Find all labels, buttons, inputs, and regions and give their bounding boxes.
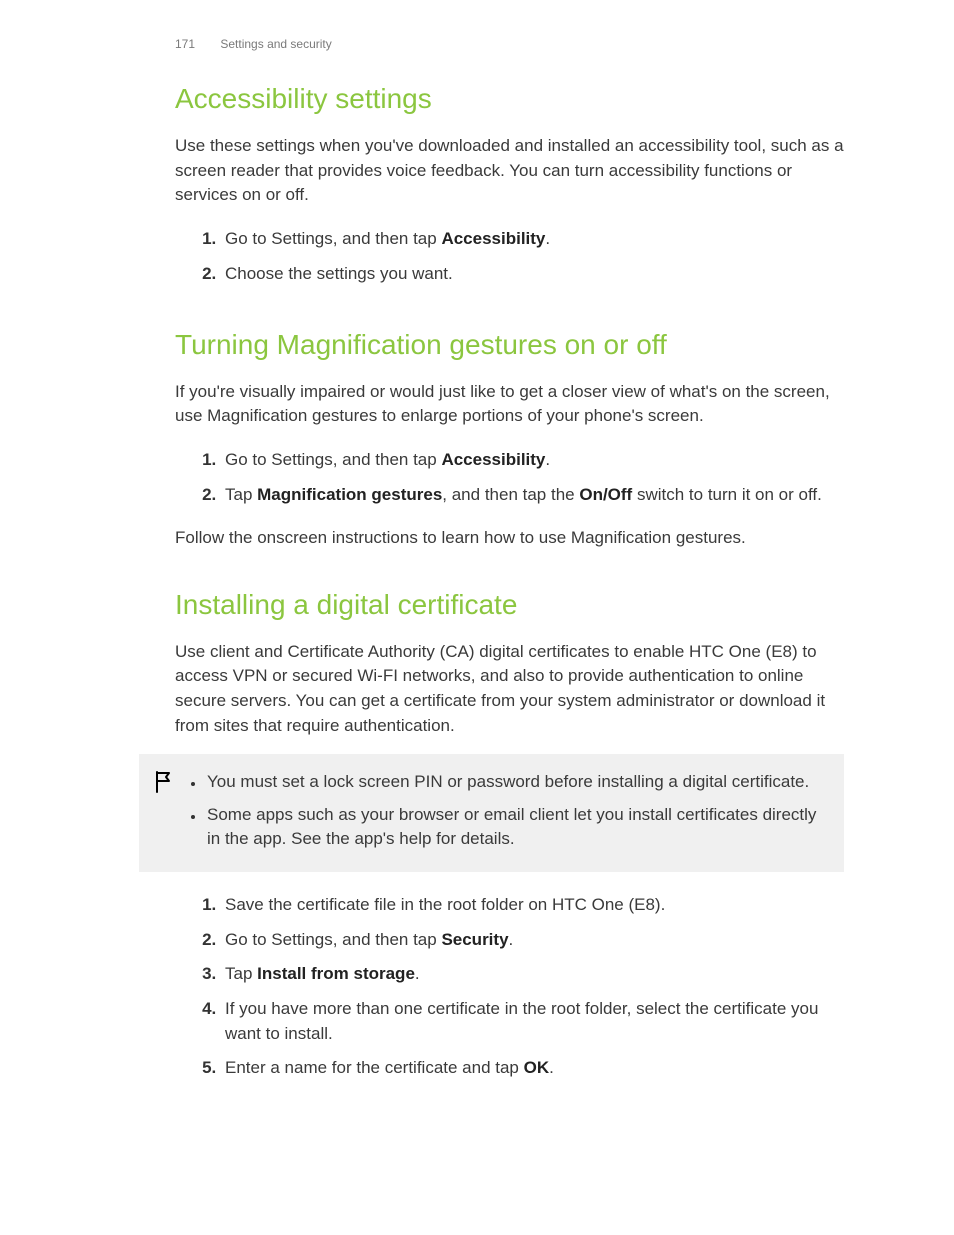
- step-item: Save the certificate file in the root fo…: [221, 888, 844, 923]
- step-text: switch to turn it on or off.: [632, 485, 822, 504]
- step-text: .: [415, 964, 420, 983]
- ui-label: Magnification gestures: [257, 485, 442, 504]
- note-item: You must set a lock screen PIN or passwo…: [205, 768, 820, 801]
- step-item: Go to Settings, and then tap Security.: [221, 923, 844, 958]
- step-text: .: [545, 229, 550, 248]
- heading-magnification-gestures: Turning Magnification gestures on or off: [175, 325, 844, 366]
- step-item: Tap Magnification gestures, and then tap…: [221, 478, 844, 513]
- heading-accessibility-settings: Accessibility settings: [175, 79, 844, 120]
- step-item: Tap Install from storage.: [221, 957, 844, 992]
- ui-label: OK: [524, 1058, 550, 1077]
- note-box: You must set a lock screen PIN or passwo…: [139, 754, 844, 872]
- flag-icon: [139, 768, 187, 794]
- step-item: Go to Settings, and then tap Accessibili…: [221, 443, 844, 478]
- note-item: Some apps such as your browser or email …: [205, 801, 820, 858]
- ui-label: On/Off: [579, 485, 632, 504]
- ui-label: Accessibility: [441, 450, 545, 469]
- intro-paragraph: Use client and Certificate Authority (CA…: [175, 640, 844, 739]
- step-item: Enter a name for the certificate and tap…: [221, 1051, 844, 1086]
- steps-list: Go to Settings, and then tap Accessibili…: [175, 443, 844, 512]
- running-header: 171 Settings and security: [175, 36, 844, 53]
- step-item: Choose the settings you want.: [221, 257, 844, 292]
- note-list: You must set a lock screen PIN or passwo…: [187, 768, 820, 858]
- ui-label: Security: [441, 930, 508, 949]
- step-text: Go to Settings, and then tap: [225, 450, 441, 469]
- ui-label: Install from storage: [257, 964, 415, 983]
- steps-list: Go to Settings, and then tap Accessibili…: [175, 222, 844, 291]
- document-page: 171 Settings and security Accessibility …: [0, 0, 954, 1160]
- step-text: Go to Settings, and then tap: [225, 930, 441, 949]
- step-item: Go to Settings, and then tap Accessibili…: [221, 222, 844, 257]
- step-text: , and then tap the: [442, 485, 579, 504]
- outro-paragraph: Follow the onscreen instructions to lear…: [175, 526, 844, 551]
- heading-digital-certificate: Installing a digital certificate: [175, 585, 844, 626]
- step-text: .: [509, 930, 514, 949]
- steps-list: Save the certificate file in the root fo…: [175, 888, 844, 1086]
- step-text: Go to Settings, and then tap: [225, 229, 441, 248]
- step-text: .: [545, 450, 550, 469]
- step-text: Tap: [225, 964, 257, 983]
- step-text: .: [549, 1058, 554, 1077]
- step-text: Enter a name for the certificate and tap: [225, 1058, 524, 1077]
- step-text: Tap: [225, 485, 257, 504]
- page-number: 171: [175, 36, 195, 53]
- intro-paragraph: Use these settings when you've downloade…: [175, 134, 844, 208]
- ui-label: Accessibility: [441, 229, 545, 248]
- section-name: Settings and security: [220, 37, 331, 51]
- step-item: If you have more than one certificate in…: [221, 992, 844, 1051]
- intro-paragraph: If you're visually impaired or would jus…: [175, 380, 844, 429]
